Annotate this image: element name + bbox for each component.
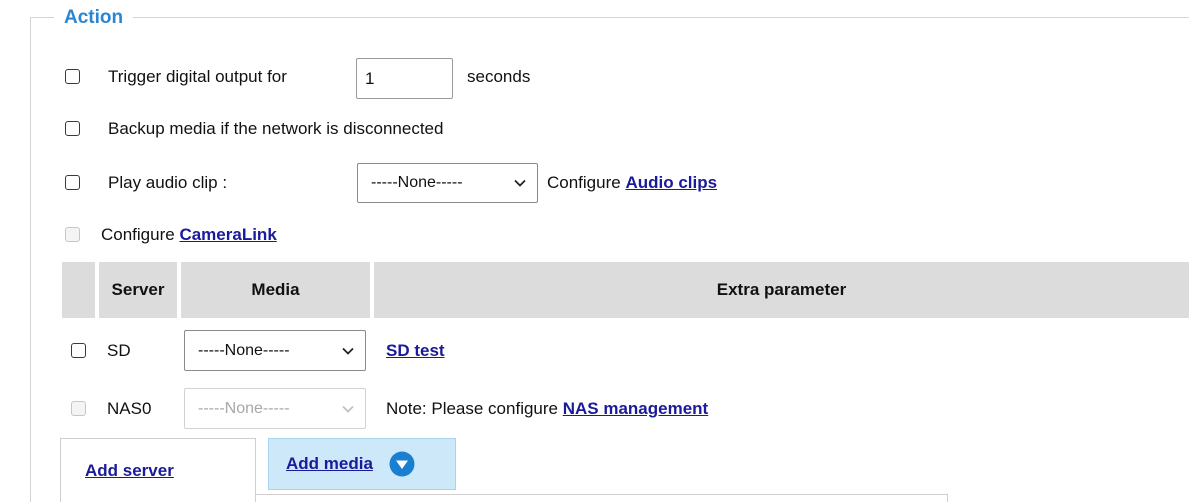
chevron-down-icon (342, 405, 354, 413)
section-legend: Action (54, 6, 134, 30)
audio-clip-select-value: -----None----- (371, 174, 463, 191)
cameralink-link[interactable]: CameraLink (179, 225, 276, 244)
cameralink-configure-prefix: Configure (101, 225, 175, 244)
nas0-media-select-value: -----None----- (198, 399, 290, 417)
sd-media-select[interactable]: -----None----- (184, 330, 366, 371)
trigger-output-label: Trigger digital output for (108, 67, 287, 86)
tab-panel-border-right (947, 494, 948, 502)
nas0-row-checkbox (71, 401, 86, 416)
sd-row-checkbox[interactable] (71, 343, 86, 358)
sd-extra-cell: SD test (386, 341, 445, 361)
audio-clips-link[interactable]: Audio clips (625, 173, 717, 192)
backup-media-checkbox[interactable] (65, 121, 80, 136)
audio-configure-prefix: Configure (547, 173, 621, 192)
nas0-media-select: -----None----- (184, 388, 366, 429)
tab-add-server[interactable]: Add server (60, 438, 256, 502)
seconds-label: seconds (467, 67, 531, 86)
sd-media-select-value: -----None----- (198, 341, 290, 359)
sd-server-label: SD (107, 341, 131, 360)
play-audio-checkbox[interactable] (65, 175, 80, 190)
play-audio-label: Play audio clip : (108, 173, 228, 192)
nas-management-link[interactable]: NAS management (563, 399, 708, 418)
cameralink-configure-text: Configure CameraLink (101, 225, 277, 245)
table-header-extra: Extra parameter (374, 262, 1189, 318)
backup-media-label: Backup media if the network is disconnec… (108, 119, 444, 138)
table-header-select-col (62, 262, 95, 318)
chevron-down-icon (342, 347, 354, 355)
add-media-link[interactable]: Add media (286, 454, 373, 474)
audio-clip-select[interactable]: -----None----- (357, 163, 538, 203)
sd-test-link[interactable]: SD test (386, 341, 445, 360)
fieldset-border-left (30, 17, 31, 502)
add-server-link[interactable]: Add server (85, 461, 174, 481)
nas0-note-text: Note: Please configure (386, 399, 558, 418)
tab-add-media[interactable]: Add media (268, 438, 456, 490)
nas0-note: Note: Please configure NAS management (386, 399, 708, 419)
trigger-seconds-input[interactable] (356, 58, 453, 99)
nas0-server-label: NAS0 (107, 399, 152, 418)
chevron-down-icon (514, 179, 526, 187)
trigger-output-checkbox[interactable] (65, 69, 80, 84)
table-header-server: Server (99, 262, 177, 318)
table-header-media: Media (181, 262, 370, 318)
audio-configure-text: Configure Audio clips (547, 173, 717, 193)
cameralink-checkbox (65, 227, 80, 242)
dropdown-circle-icon[interactable] (389, 451, 415, 477)
fieldset-border-top (30, 17, 1189, 18)
